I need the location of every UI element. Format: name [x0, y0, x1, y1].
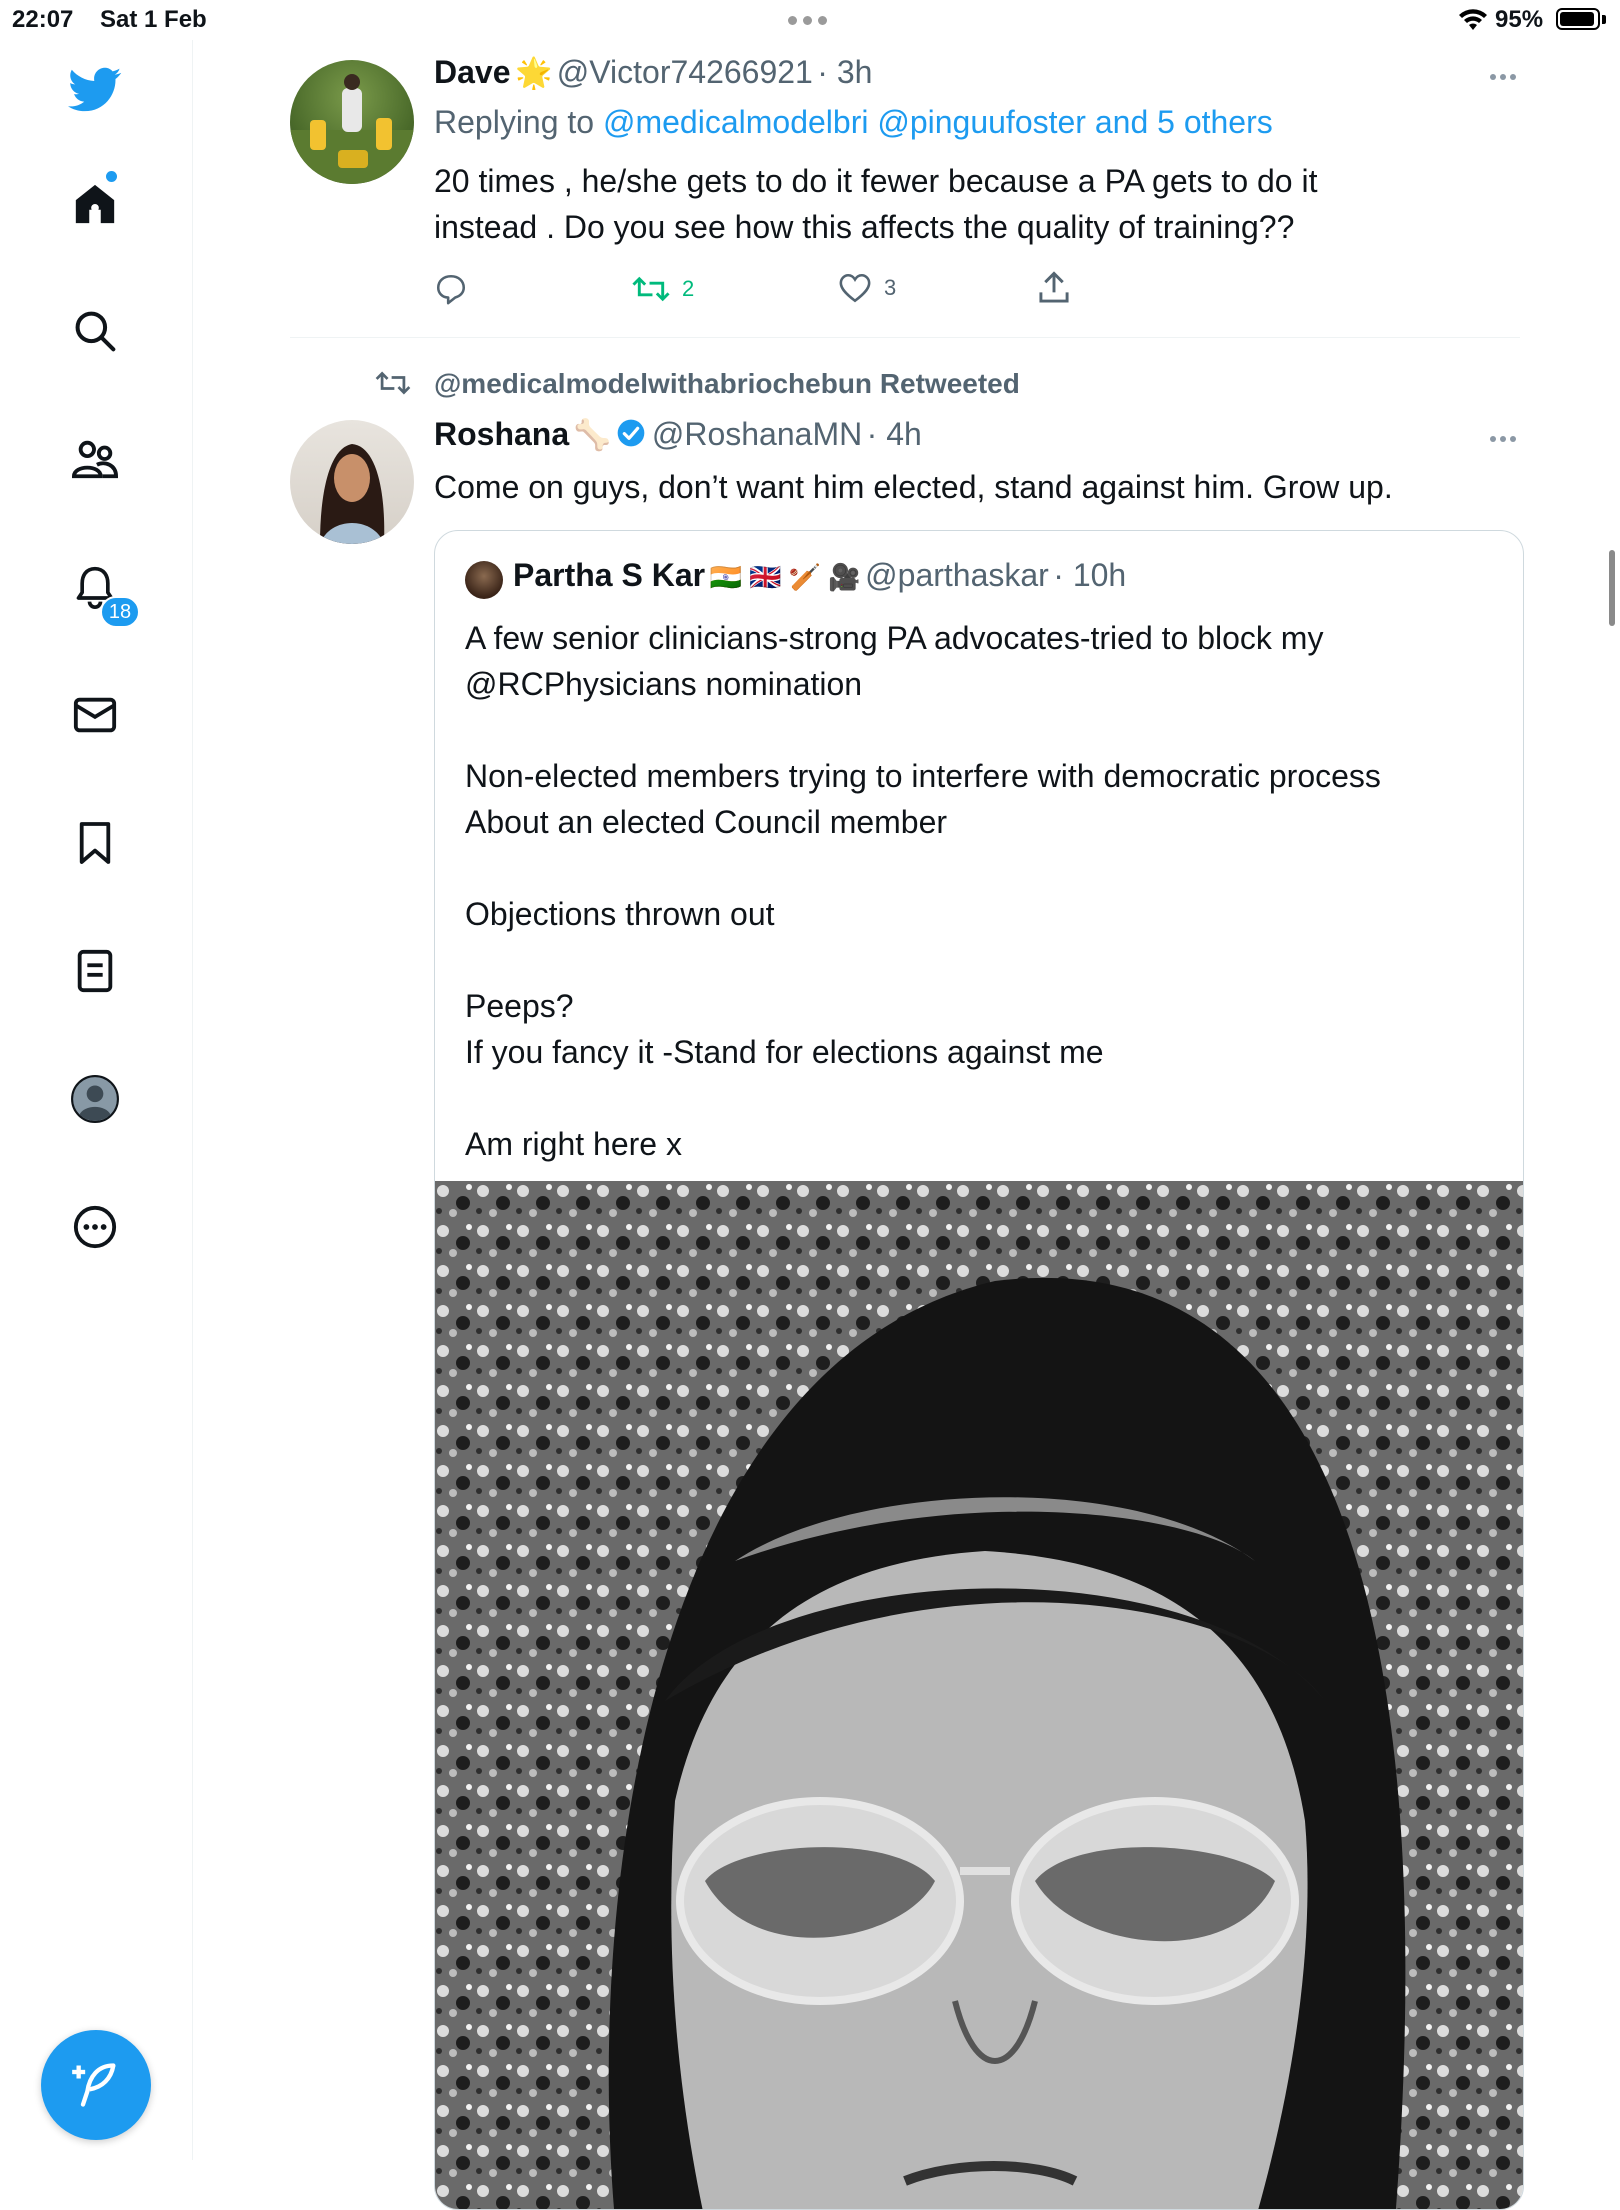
communities-icon[interactable] — [65, 429, 125, 489]
quoted-text-line: @RCPhysicians nomination — [465, 666, 863, 702]
status-time: 22:07 — [12, 6, 74, 33]
avatar-partha[interactable] — [465, 561, 503, 599]
like-button[interactable]: 3 — [838, 272, 896, 304]
retweet-icon — [632, 276, 670, 302]
quoted-text-line: Non-elected members trying to interfere … — [465, 758, 1381, 794]
feather-plus-icon — [72, 2063, 116, 2107]
quoted-tweet-time[interactable]: · 10h — [1053, 557, 1126, 593]
tweet-divider — [290, 337, 1520, 338]
quoted-tweet[interactable]: Partha S Kar 🇮🇳 🇬🇧 🏏 🎥 @parthaskar · 10h… — [434, 530, 1524, 2210]
share-icon — [1039, 271, 1069, 303]
scrollbar-thumb[interactable] — [1609, 550, 1615, 626]
more-options-icon[interactable] — [1490, 74, 1516, 80]
more-icon[interactable] — [65, 1197, 125, 1257]
avatar-roshana[interactable] — [290, 420, 414, 544]
quoted-text-line: Peeps? — [465, 988, 574, 1024]
star-emoji-icon: 🌟 — [514, 57, 553, 90]
quoted-text-line — [465, 937, 1505, 983]
replying-to-users[interactable]: @medicalmodelbri @pinguufoster and 5 oth… — [603, 104, 1273, 140]
tweet-time[interactable]: · 4h — [867, 416, 922, 452]
battery-percent: 95% — [1495, 6, 1544, 33]
retweet-count: 2 — [682, 276, 695, 301]
quoted-text-line: Am right here x — [465, 1126, 682, 1162]
reply-icon — [436, 274, 466, 305]
retweeted-by-label[interactable]: @medicalmodelwithabriochebun Retweeted — [434, 368, 1020, 400]
battery-icon — [1556, 8, 1600, 30]
quoted-text-line: About an elected Council member — [465, 804, 948, 840]
search-icon[interactable] — [65, 301, 125, 361]
more-options-icon[interactable] — [1490, 436, 1516, 442]
quoted-tweet-photo[interactable] — [435, 1181, 1523, 2209]
tweet-text-line: instead . Do you see how this affects th… — [434, 209, 1295, 245]
tweet-text-line: 20 times , he/she gets to do it fewer be… — [434, 163, 1318, 199]
list-icon[interactable] — [65, 941, 125, 1001]
quoted-text-line — [465, 1075, 1505, 1121]
retweet-context-icon — [374, 368, 412, 403]
tweet-time[interactable]: · 3h — [817, 54, 872, 90]
quoted-text-line: Objections thrown out — [465, 896, 775, 932]
multitasking-dots-icon[interactable] — [788, 16, 827, 25]
share-button[interactable] — [1038, 270, 1070, 306]
author-name[interactable]: Roshana — [434, 416, 569, 452]
tweet-text: Come on guys, don’t want him elected, st… — [434, 469, 1393, 505]
sidebar: 18 — [0, 40, 193, 2160]
quoted-tweet-text: A few senior clinicians-strong PA advoca… — [465, 615, 1505, 1167]
bookmark-icon[interactable] — [65, 813, 125, 873]
avatar-dave[interactable] — [290, 60, 414, 184]
author-handle[interactable]: @Victor74266921 — [557, 54, 813, 90]
status-bar: 22:07 Sat 1 Feb 95% — [0, 0, 1620, 40]
retweet-button[interactable]: 2 — [632, 272, 694, 306]
twitter-logo-icon[interactable] — [65, 60, 125, 120]
mail-icon[interactable] — [65, 685, 125, 745]
compose-tweet-button[interactable] — [41, 2030, 151, 2140]
status-date: Sat 1 Feb — [100, 6, 207, 33]
quoted-text-line — [465, 845, 1505, 891]
quoted-author-name[interactable]: Partha S Kar — [513, 557, 705, 593]
replying-to-label: Replying to — [434, 104, 595, 140]
verified-badge-icon — [618, 419, 645, 447]
flags-emoji-icon: 🇮🇳 🇬🇧 🏏 🎥 — [709, 562, 861, 592]
notification-badge: 18 — [100, 596, 140, 628]
quoted-text-line: A few senior clinicians-strong PA advoca… — [465, 620, 1324, 656]
profile-icon[interactable] — [65, 1069, 125, 1129]
wifi-icon — [1459, 9, 1487, 30]
reply-button[interactable] — [434, 272, 468, 306]
author-handle[interactable]: @RoshanaMN — [652, 416, 862, 452]
quoted-text-line: If you fancy it -Stand for elections aga… — [465, 1034, 1104, 1070]
like-count: 3 — [884, 275, 897, 300]
heart-icon — [839, 273, 871, 303]
home-unread-dot — [106, 171, 117, 182]
quoted-author-handle[interactable]: @parthaskar — [865, 557, 1049, 593]
home-icon[interactable] — [65, 174, 125, 234]
quoted-text-line — [465, 707, 1505, 753]
author-name[interactable]: Dave — [434, 54, 511, 90]
bone-emoji-icon: 🦴 — [573, 419, 611, 452]
